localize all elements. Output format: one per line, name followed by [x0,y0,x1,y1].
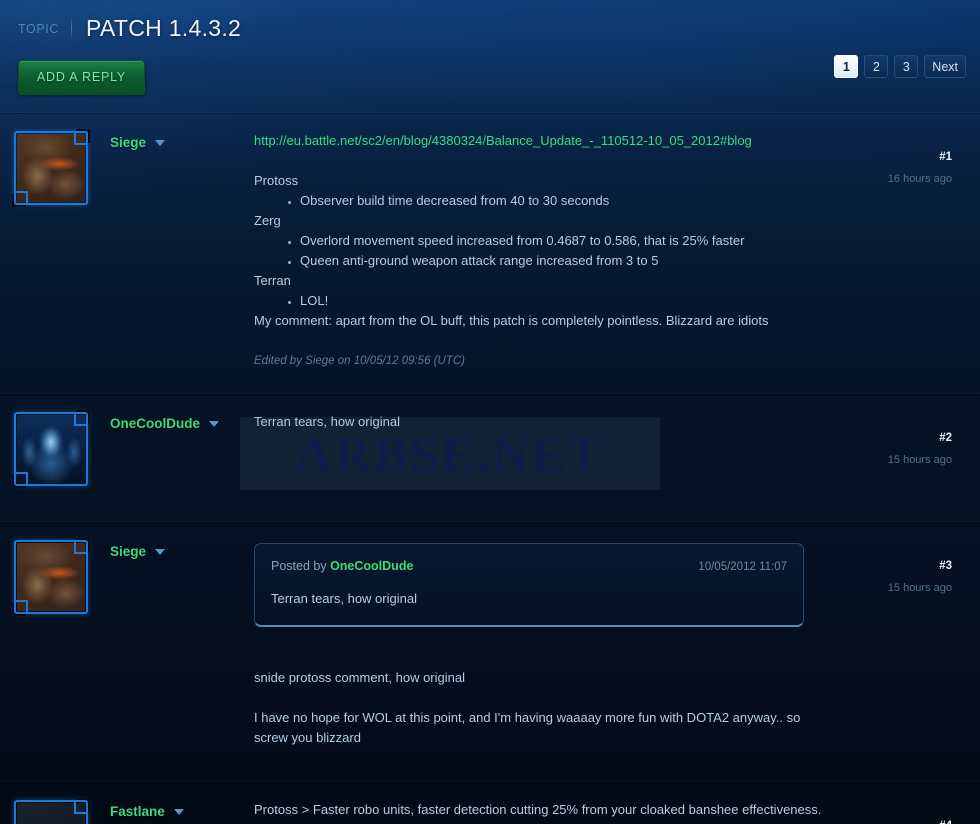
avatar[interactable] [14,131,88,205]
add-reply-button[interactable]: ADD A REPLY [18,60,145,95]
avatar-frame [14,131,88,205]
post-content: #3 15 hours ago Posted by OneCoolDude 10… [254,540,966,759]
avatar[interactable] [14,800,88,824]
quote-author[interactable]: OneCoolDude [330,559,413,573]
post-3: Siege #3 15 hours ago Posted by OneCoolD… [0,521,980,781]
quote-posted-by-label: Posted by [271,559,327,573]
post-author-column: Fastlane [14,800,254,824]
post-meta: #4 15 hours ago [882,816,952,824]
list-item: Observer build time decreased from 40 to… [300,191,896,211]
page-button-2[interactable]: 2 [864,55,889,78]
patch-list-terran: LOL! [254,291,896,311]
post-comment: My comment: apart from the OL buff, this… [254,313,769,328]
author-block: Fastlane [88,800,184,819]
quote-block: Posted by OneCoolDude 10/05/2012 11:07 T… [254,543,804,627]
topic-label: TOPIC [18,22,59,36]
post-content: #2 15 hours ago Terran tears, how origin… [254,412,966,499]
post-timestamp: 16 hours ago [887,173,952,185]
post-number: #4 [882,816,952,824]
list-item: Overlord movement speed increased from 0… [300,231,896,251]
chevron-down-icon[interactable] [209,420,219,427]
list-item: Queen anti-ground weapon attack range in… [300,251,896,271]
post-timestamp: 15 hours ago [887,454,952,466]
post-meta: #2 15 hours ago [882,428,952,470]
quote-date: 10/05/2012 11:07 [698,561,787,573]
post-content: #4 15 hours ago Protoss > Faster robo un… [254,800,966,824]
edited-note: Edited by Siege on 10/05/12 09:56 (UTC) [254,355,465,367]
avatar[interactable] [14,412,88,486]
author-name[interactable]: OneCoolDude [110,416,200,431]
quote-text: Terran tears, how original [271,591,417,606]
avatar[interactable] [14,540,88,614]
avatar-frame [14,412,88,486]
post-number: #1 [939,151,952,163]
author-name[interactable]: Fastlane [110,804,165,819]
post-4: Fastlane #4 15 hours ago Protoss > Faste… [0,781,980,824]
chevron-down-icon[interactable] [173,808,184,815]
topic-header: TOPIC PATCH 1.4.3.2 ADD A REPLY 1 2 3 Ne… [0,0,980,112]
post-text: Protoss > Faster robo units, faster dete… [254,802,822,817]
post-number: #3 [939,560,952,572]
list-item: LOL! [300,291,896,311]
post-timestamp: 15 hours ago [887,582,952,594]
title-row: TOPIC PATCH 1.4.3.2 [18,14,980,41]
page-title: PATCH 1.4.3.2 [85,15,242,41]
quote-attribution: Posted by OneCoolDude [271,556,413,576]
post-number: #2 [939,432,952,444]
section-heading-protoss: Protoss [254,173,299,188]
page-button-next[interactable]: Next [924,55,966,78]
post-paragraph-2: I have no hope for WOL at this point, an… [254,710,801,745]
page-button-1[interactable]: 1 [834,55,859,78]
avatar-frame [14,800,88,824]
post-meta: #1 16 hours ago [882,147,952,189]
post-content: #1 16 hours ago http://eu.battle.net/sc2… [254,131,966,371]
title-divider [70,17,72,39]
post-2: OneCoolDude #2 15 hours ago Terran tears… [0,393,980,521]
page-button-3[interactable]: 3 [894,55,919,78]
quote-header: Posted by OneCoolDude 10/05/2012 11:07 [271,556,787,577]
chevron-down-icon[interactable] [155,548,166,555]
post-paragraph-1: snide protoss comment, how original [254,670,465,685]
avatar-frame [14,540,88,614]
forum-topic-page: TOPIC PATCH 1.4.3.2 ADD A REPLY 1 2 3 Ne… [0,0,980,824]
post-text: Terran tears, how original [254,414,400,429]
patch-list-protoss: Observer build time decreased from 40 to… [254,191,896,211]
post-author-column: Siege [14,131,254,371]
post-1: Siege #1 16 hours ago http://eu.battle.n… [0,112,980,393]
author-name[interactable]: Siege [110,135,146,150]
patch-list-zerg: Overlord movement speed increased from 0… [254,231,896,271]
post-link[interactable]: http://eu.battle.net/sc2/en/blog/4380324… [254,133,752,148]
section-heading-zerg: Zerg [254,213,281,228]
author-name[interactable]: Siege [110,544,146,559]
post-author-column: OneCoolDude [14,412,254,499]
author-block: Siege [88,131,166,150]
post-author-column: Siege [14,540,254,759]
post-meta: #3 15 hours ago [882,556,952,598]
section-heading-terran: Terran [254,273,291,288]
author-block: OneCoolDude [88,412,219,431]
chevron-down-icon[interactable] [155,139,166,146]
pagination: 1 2 3 Next [834,55,966,78]
author-block: Siege [88,540,166,559]
